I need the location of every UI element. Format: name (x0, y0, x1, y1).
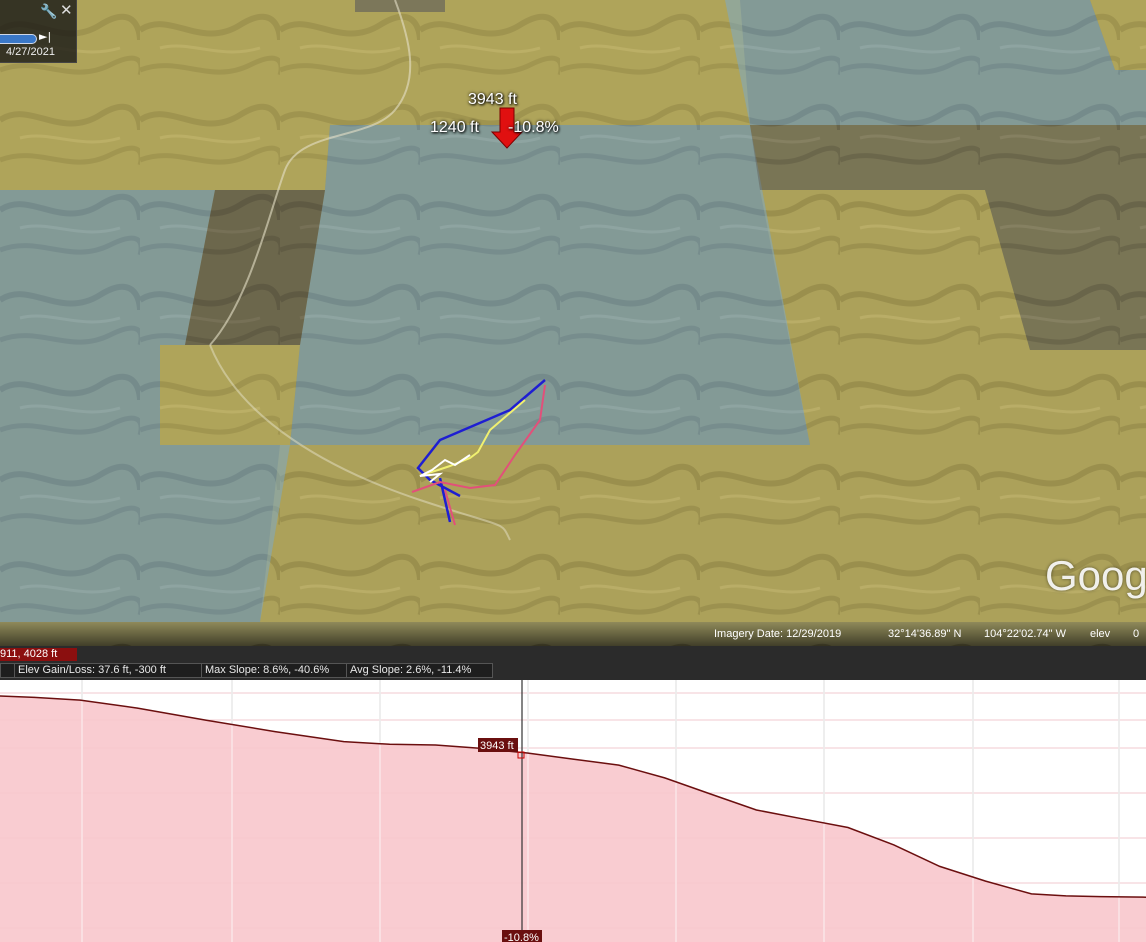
profile-point (893, 844, 895, 846)
elev-gain-loss: Elev Gain/Loss: 37.6 ft, -300 ft (14, 663, 202, 678)
skip-end-icon[interactable]: ►| (39, 30, 51, 43)
profile-point (710, 793, 712, 795)
time-slider-date: 4/27/2021 (6, 46, 55, 58)
close-icon[interactable]: ✕ (60, 1, 73, 19)
range-chip: 911, 4028 ft (0, 648, 77, 661)
profile-point (618, 764, 620, 766)
profile-point (274, 731, 276, 733)
profile-point (137, 707, 139, 709)
profile-point (801, 818, 803, 820)
profile-point (434, 744, 436, 746)
time-slider[interactable] (0, 34, 37, 44)
terrain-imagery[interactable] (0, 0, 1146, 646)
cursor-slope-tag: -10.8% (504, 932, 539, 942)
profile-point (1099, 896, 1101, 898)
profile-point (205, 719, 207, 721)
profile-point (343, 741, 345, 743)
avg-slope: Avg Slope: 2.6%, -11.4% (346, 663, 493, 678)
profile-point (755, 809, 757, 811)
profile-point (389, 743, 391, 745)
longitude: 104°22'02.74" W (984, 628, 1066, 640)
elevation-profile-chart[interactable]: 3943 ft -10.8% (0, 680, 1146, 942)
wrench-icon[interactable]: 🔧 (40, 3, 57, 20)
profile-point (79, 699, 81, 701)
elevation-profile-header: 911, 4028 ft Elev Gain/Loss: 37.6 ft, -3… (0, 646, 1146, 680)
max-slope: Max Slope: 8.6%, -40.6% (201, 663, 347, 678)
cursor-elev-tag: 3943 ft (480, 740, 514, 752)
profile-point (939, 865, 941, 867)
time-slider-widget: 🔧 ✕ ►| 4/27/2021 (0, 0, 77, 63)
profile-point (33, 696, 35, 698)
profile-point (572, 758, 574, 760)
google-watermark: Goog (1045, 552, 1146, 599)
elevation-label: elev (1090, 628, 1111, 640)
stat-cell-blank (0, 663, 15, 678)
profile-point (985, 880, 987, 882)
profile-point (1065, 895, 1067, 897)
profile-point (526, 752, 528, 754)
profile-point (1030, 893, 1032, 895)
profile-point (664, 777, 666, 779)
profile-point (847, 826, 849, 828)
status-bar: Imagery Date: 12/29/2019 32°14'36.89" N … (0, 622, 1146, 646)
profile-svg[interactable]: 3943 ft -10.8% (0, 680, 1146, 942)
map-view[interactable]: 🔧 ✕ ►| 4/27/2021 3943 ft 1240 ft -10.8% … (0, 0, 1146, 646)
profile-area (0, 696, 1146, 942)
imagery-date: Imagery Date: 12/29/2019 (714, 628, 842, 640)
latitude: 32°14'36.89" N (888, 628, 962, 640)
elevation-value: 0 (1133, 628, 1140, 640)
